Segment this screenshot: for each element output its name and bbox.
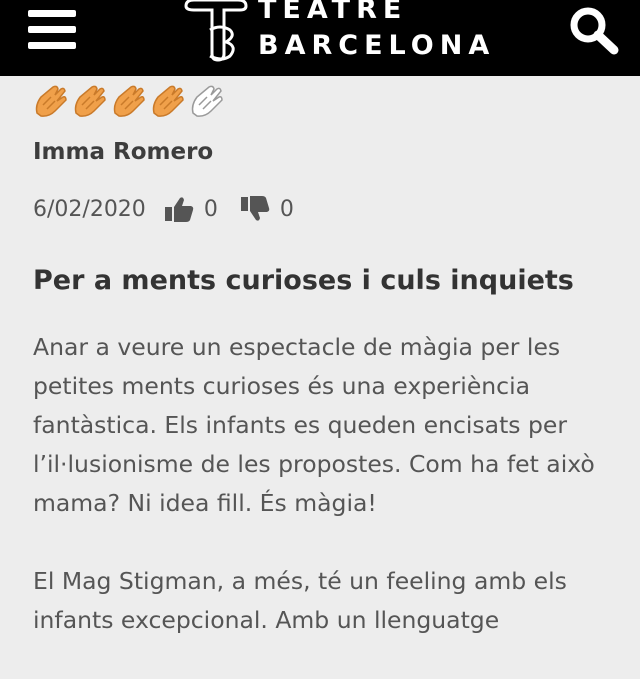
clap-filled-icon xyxy=(152,85,184,117)
dislike-button[interactable]: 0 xyxy=(240,195,316,223)
clap-empty-icon xyxy=(191,85,223,117)
search-icon[interactable] xyxy=(566,4,620,56)
review-body: Anar a veure un espectacle de màgia per … xyxy=(33,328,623,679)
review-paragraph: El Mag Stigman, a més, té un feeling amb… xyxy=(33,567,567,634)
dislike-count: 0 xyxy=(279,196,294,222)
top-navigation-bar: TEATRE BARCELONA xyxy=(0,0,640,76)
like-button[interactable]: 0 xyxy=(164,195,240,223)
brand-line-2: BARCELONA xyxy=(258,30,496,61)
hamburger-menu-icon[interactable] xyxy=(28,10,76,50)
like-count: 0 xyxy=(203,196,218,222)
thumbs-down-icon xyxy=(240,196,270,221)
brand-line-1: TEATRE xyxy=(258,0,408,25)
review-author: Imma Romero xyxy=(33,139,214,165)
teatre-barcelona-logo-icon xyxy=(184,0,248,62)
review-date: 6/02/2020 xyxy=(33,196,146,222)
thumbs-up-icon xyxy=(164,197,194,222)
review-paragraph: Anar a veure un espectacle de màgia per … xyxy=(33,333,595,517)
clap-filled-icon xyxy=(35,85,67,117)
review-title: Per a ments curioses i culs inquiets xyxy=(33,265,574,296)
review-meta: 6/02/2020 0 0 xyxy=(33,193,316,225)
rating-claps xyxy=(33,83,226,119)
clap-filled-icon xyxy=(74,85,106,117)
clap-filled-icon xyxy=(113,85,145,117)
